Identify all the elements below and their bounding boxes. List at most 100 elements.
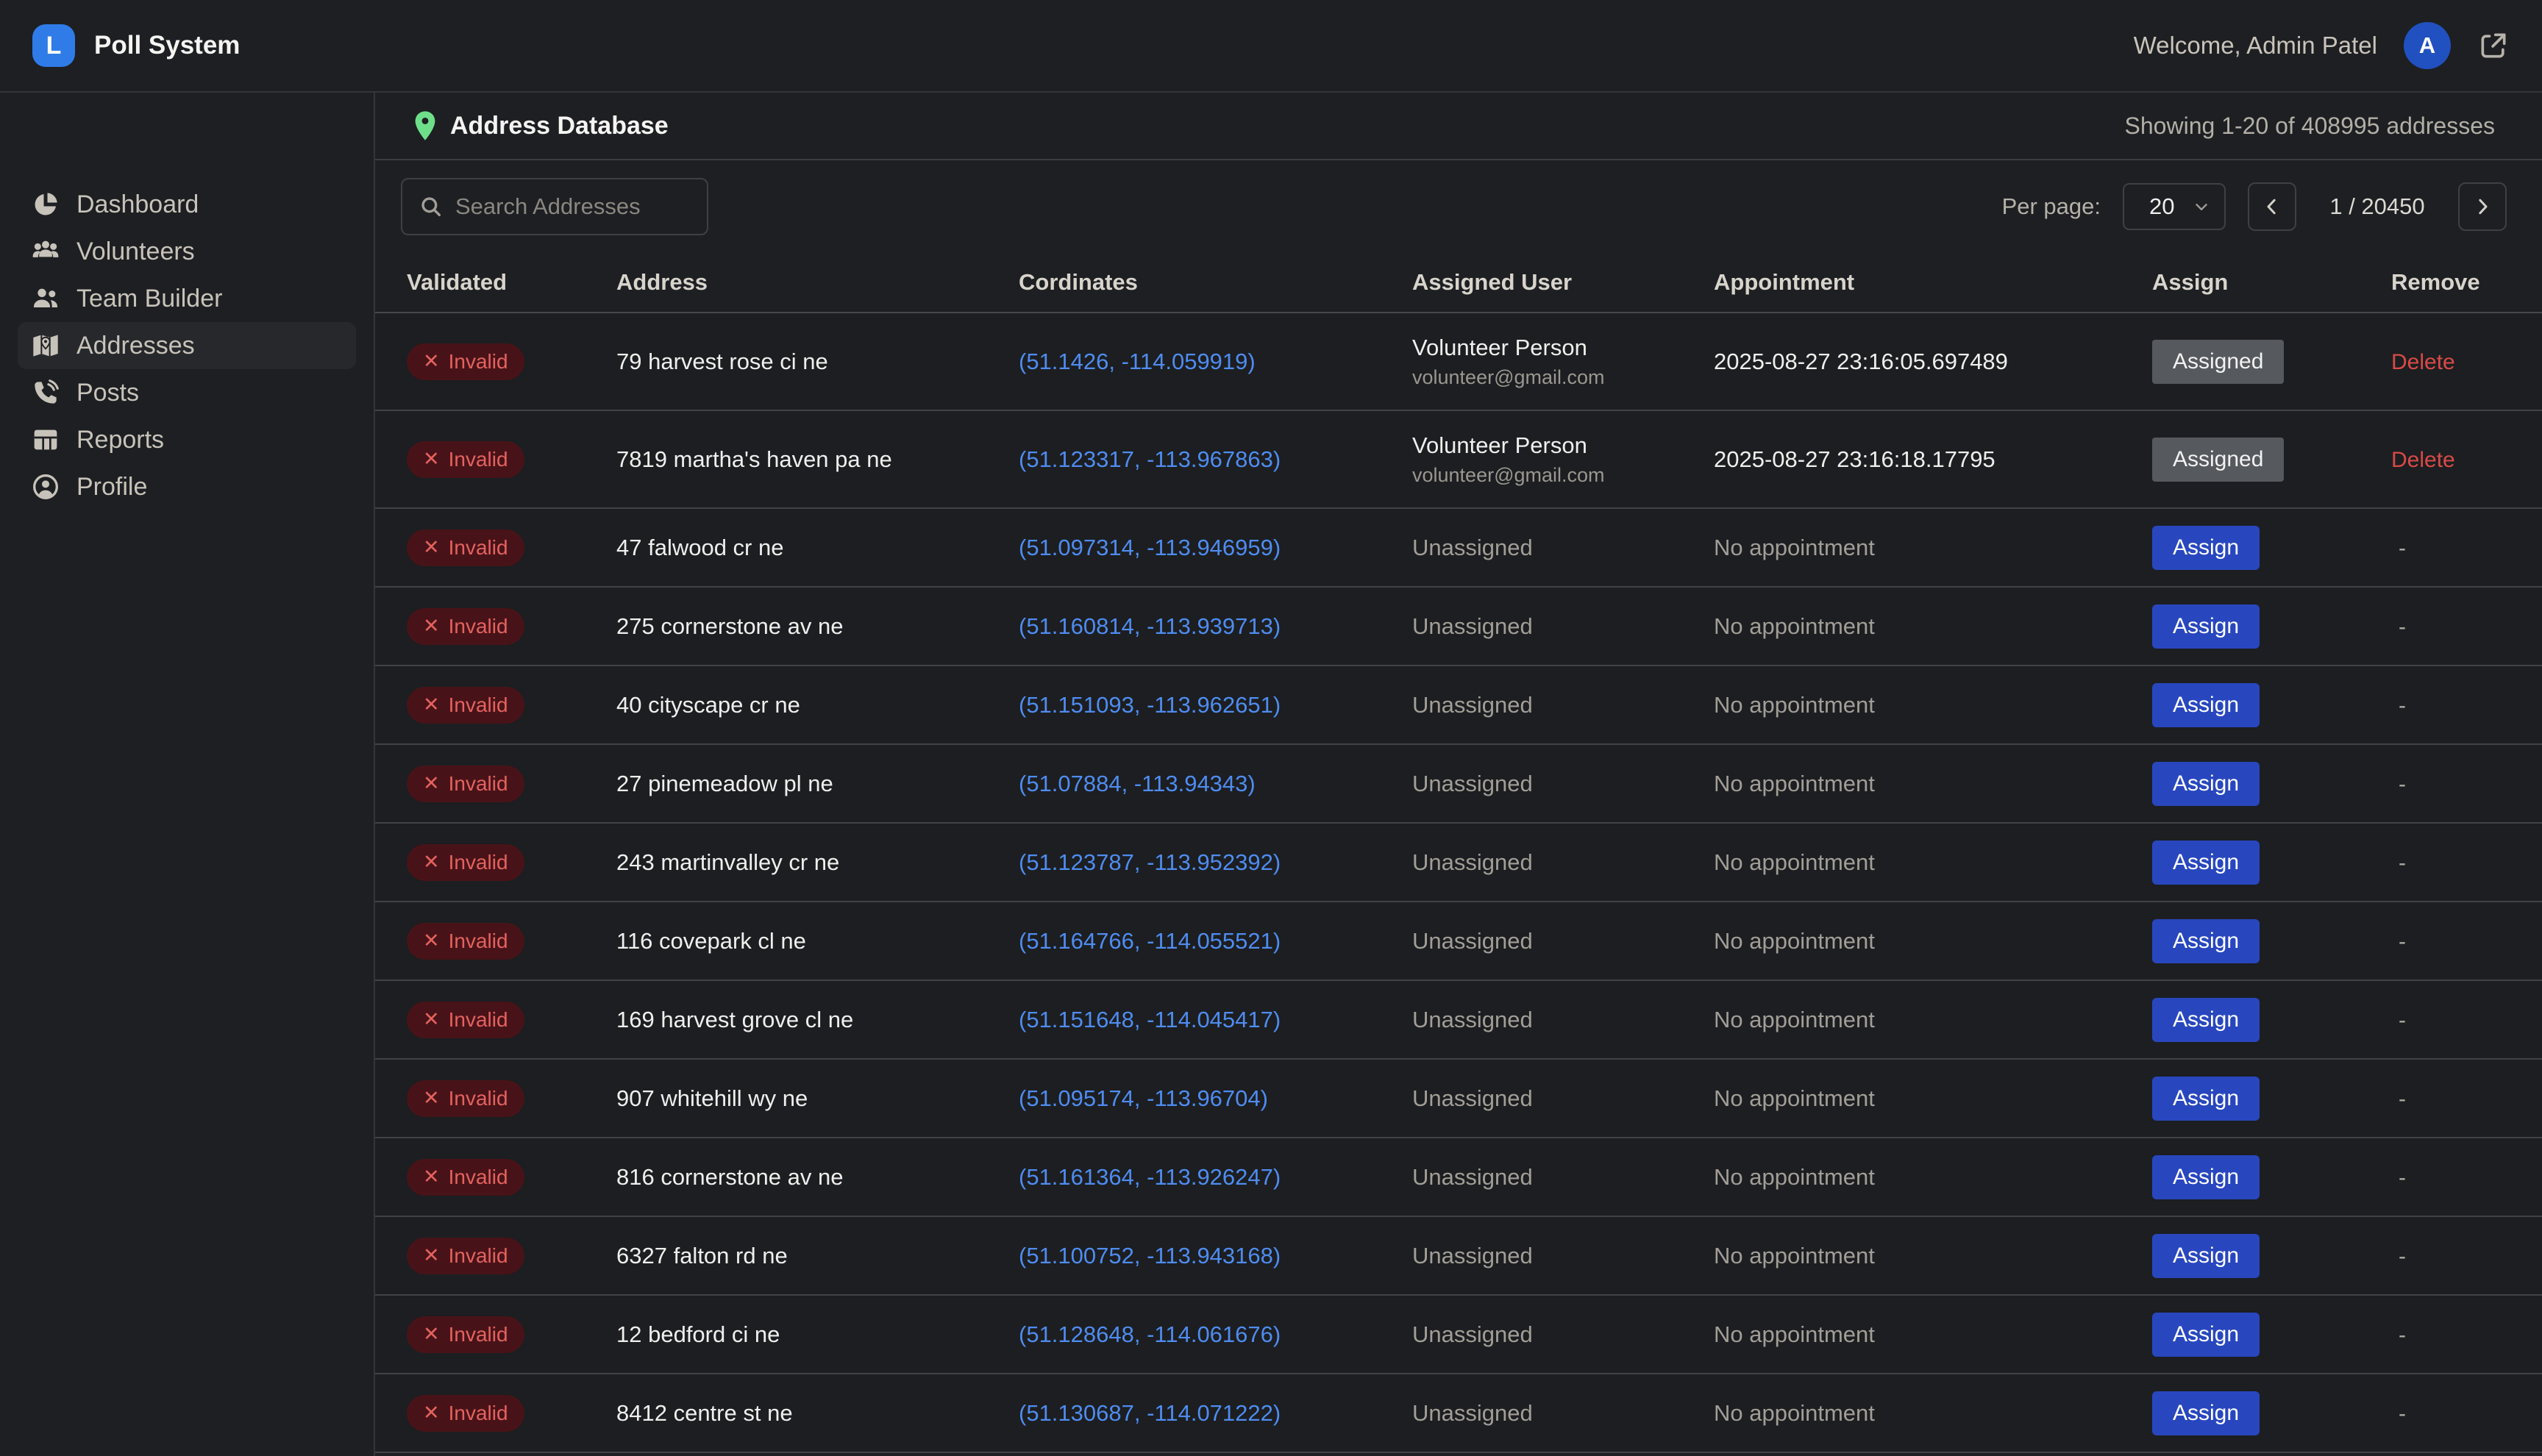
no-remove-dash: - — [2391, 1402, 2406, 1426]
sidebar: Dashboard Volunteers Team Builder Addresses… — [0, 93, 375, 1456]
x-icon: ✕ — [423, 1244, 440, 1267]
validated-cell: ✕Invalid — [407, 1395, 616, 1432]
map-location-icon — [31, 331, 60, 360]
search-box — [401, 178, 708, 235]
coordinates-link[interactable]: (51.130687, -114.071222) — [1019, 1400, 1281, 1426]
invalid-label: Invalid — [449, 1244, 508, 1268]
external-link-icon[interactable] — [2477, 29, 2510, 62]
coordinates-link[interactable]: (51.123317, -113.967863) — [1019, 446, 1281, 472]
assign-button[interactable]: Assign — [2152, 604, 2260, 649]
sidebar-item-volunteers[interactable]: Volunteers — [18, 228, 356, 275]
table-row: ✕Invalid6327 falton rd ne(51.100752, -11… — [375, 1217, 2542, 1296]
coordinates-link[interactable]: (51.123787, -113.952392) — [1019, 849, 1281, 875]
no-remove-dash: - — [2391, 1087, 2406, 1111]
chevron-left-icon — [2261, 196, 2283, 218]
x-icon: ✕ — [423, 350, 440, 373]
assign-button[interactable]: Assign — [2152, 1391, 2260, 1435]
appointment-cell: 2025-08-27 23:16:05.697489 — [1714, 349, 2152, 375]
main-content: Address Database Showing 1-20 of 408995 … — [375, 93, 2542, 1456]
coordinates-link[interactable]: (51.151093, -113.962651) — [1019, 692, 1281, 718]
address-cell: 116 covepark cl ne — [616, 928, 1019, 954]
coordinates-link[interactable]: (51.160814, -113.939713) — [1019, 613, 1281, 639]
column-header-appointment: Appointment — [1714, 269, 2152, 296]
assign-button[interactable]: Assign — [2152, 841, 2260, 885]
sidebar-item-reports[interactable]: Reports — [18, 416, 356, 463]
assign-button[interactable]: Assign — [2152, 998, 2260, 1042]
appointment-cell: No appointment — [1714, 1400, 2152, 1427]
avatar[interactable]: A — [2404, 22, 2451, 69]
validated-cell: ✕Invalid — [407, 529, 616, 566]
sidebar-item-dashboard[interactable]: Dashboard — [18, 181, 356, 228]
coordinates-cell: (51.1426, -114.059919) — [1019, 349, 1412, 375]
assigned-user-cell: Unassigned — [1412, 1400, 1714, 1427]
search-icon — [419, 194, 444, 219]
sidebar-item-label: Addresses — [76, 332, 195, 360]
assign-button[interactable]: Assign — [2152, 1313, 2260, 1357]
assign-button[interactable]: Assign — [2152, 919, 2260, 963]
appointment-cell: No appointment — [1714, 613, 2152, 640]
controls-row: Per page: 20 1 / 20450 — [375, 160, 2542, 253]
validated-cell: ✕Invalid — [407, 923, 616, 960]
table-row: ✕Invalid907 whitehill wy ne(51.095174, -… — [375, 1060, 2542, 1138]
no-remove-dash: - — [2391, 615, 2406, 639]
validated-cell: ✕Invalid — [407, 766, 616, 802]
page-indicator: 1 / 20450 — [2318, 193, 2436, 220]
top-bar-right: Welcome, Admin Patel A — [2134, 22, 2510, 69]
no-remove-dash: - — [2391, 851, 2406, 875]
sidebar-item-label: Team Builder — [76, 285, 222, 313]
appointment-cell: No appointment — [1714, 692, 2152, 718]
assign-cell: Assign — [2152, 1077, 2391, 1121]
assigned-button[interactable]: Assigned — [2152, 340, 2284, 384]
delete-link[interactable]: Delete — [2391, 448, 2455, 472]
coordinates-link[interactable]: (51.161364, -113.926247) — [1019, 1164, 1281, 1190]
invalid-label: Invalid — [449, 1402, 508, 1425]
per-page-label: Per page: — [2002, 193, 2101, 220]
remove-cell: - — [2391, 692, 2535, 718]
validated-cell: ✕Invalid — [407, 608, 616, 645]
coordinates-cell: (51.100752, -113.943168) — [1019, 1243, 1412, 1269]
sidebar-item-profile[interactable]: Profile — [18, 463, 356, 510]
assign-cell: Assign — [2152, 998, 2391, 1042]
table-row: ✕Invalid12 bedford ci ne(51.128648, -114… — [375, 1296, 2542, 1374]
prev-page-button[interactable] — [2248, 182, 2296, 231]
coordinates-link[interactable]: (51.128648, -114.061676) — [1019, 1321, 1281, 1347]
sidebar-item-team-builder[interactable]: Team Builder — [18, 275, 356, 322]
address-cell: 275 cornerstone av ne — [616, 613, 1019, 640]
invalid-badge: ✕Invalid — [407, 529, 524, 566]
address-cell: 169 harvest grove cl ne — [616, 1007, 1019, 1033]
coordinates-cell: (51.095174, -113.96704) — [1019, 1085, 1412, 1112]
per-page-select[interactable]: 20 — [2123, 183, 2226, 230]
assign-button[interactable]: Assign — [2152, 1234, 2260, 1278]
coordinates-link[interactable]: (51.164766, -114.055521) — [1019, 928, 1281, 954]
sidebar-item-posts[interactable]: Posts — [18, 369, 356, 416]
table-row: ✕Invalid7819 martha's haven pa ne(51.123… — [375, 411, 2542, 509]
assigned-button[interactable]: Assigned — [2152, 438, 2284, 482]
title-left: Address Database — [413, 110, 669, 141]
delete-link[interactable]: Delete — [2391, 350, 2455, 374]
assign-button[interactable]: Assign — [2152, 1077, 2260, 1121]
coordinates-link[interactable]: (51.07884, -113.94343) — [1019, 771, 1256, 796]
remove-cell: - — [2391, 1400, 2535, 1427]
coordinates-link[interactable]: (51.151648, -114.045417) — [1019, 1007, 1281, 1032]
per-page-value: 20 — [2149, 193, 2174, 220]
assign-button[interactable]: Assign — [2152, 762, 2260, 806]
location-pin-icon — [413, 110, 437, 141]
showing-count: Showing 1-20 of 408995 addresses — [2125, 113, 2495, 140]
coordinates-link[interactable]: (51.100752, -113.943168) — [1019, 1243, 1281, 1268]
search-input[interactable] — [455, 193, 691, 220]
sidebar-item-label: Dashboard — [76, 190, 199, 219]
assign-button[interactable]: Assign — [2152, 1155, 2260, 1199]
coordinates-link[interactable]: (51.097314, -113.946959) — [1019, 535, 1281, 560]
address-cell: 12 bedford ci ne — [616, 1321, 1019, 1348]
invalid-label: Invalid — [449, 1323, 508, 1346]
coordinates-link[interactable]: (51.1426, -114.059919) — [1019, 349, 1256, 374]
appointment-cell: No appointment — [1714, 1243, 2152, 1269]
next-page-button[interactable] — [2458, 182, 2507, 231]
invalid-badge: ✕Invalid — [407, 441, 524, 478]
coordinates-cell: (51.151648, -114.045417) — [1019, 1007, 1412, 1033]
invalid-label: Invalid — [449, 772, 508, 796]
assign-button[interactable]: Assign — [2152, 526, 2260, 570]
coordinates-link[interactable]: (51.095174, -113.96704) — [1019, 1085, 1268, 1111]
sidebar-item-addresses[interactable]: Addresses — [18, 322, 356, 369]
assign-button[interactable]: Assign — [2152, 683, 2260, 727]
